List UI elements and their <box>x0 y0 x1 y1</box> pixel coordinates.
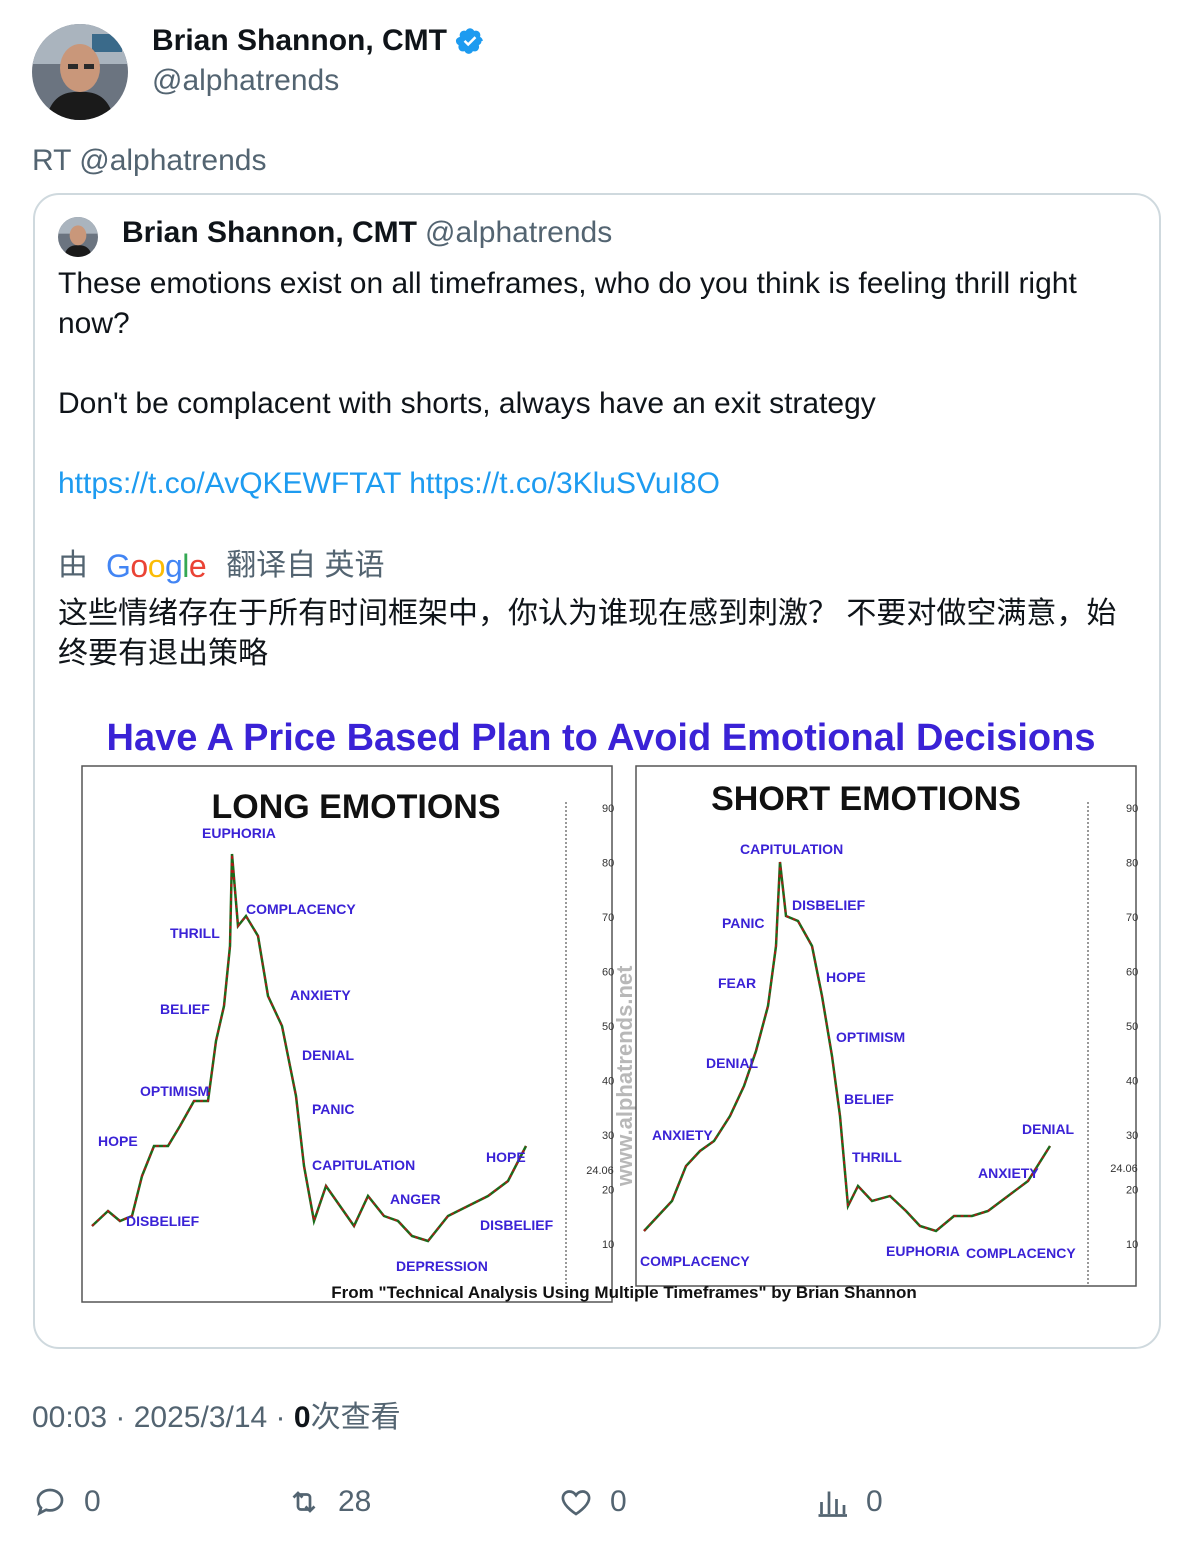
emotion-label: DISBELIEF <box>480 1217 554 1233</box>
emotion-label: HOPE <box>826 969 866 985</box>
author-name-text[interactable]: Brian Shannon, CMT <box>152 22 447 60</box>
emotion-label: BELIEF <box>160 1001 210 1017</box>
emotion-label: ANXIETY <box>978 1165 1039 1181</box>
emotion-label: DISBELIEF <box>126 1213 200 1229</box>
emotion-label: ANGER <box>390 1191 441 1207</box>
axis-tick: 80 <box>1126 858 1138 870</box>
retweet-label: RT @alphatrends <box>32 144 267 177</box>
axis-tick: 60 <box>1126 967 1138 979</box>
action-bar: 0 28 0 0 <box>32 1484 1132 1528</box>
translation-suffix: 翻译自 英语 <box>226 549 385 582</box>
reply-button[interactable]: 0 <box>32 1484 101 1520</box>
quoted-author-avatar[interactable] <box>58 217 98 257</box>
long-price-label: 24.06 <box>586 1165 614 1177</box>
author-handle[interactable]: @alphatrends <box>152 62 339 100</box>
verified-badge-icon <box>455 28 483 54</box>
tco-link-2[interactable]: https://t.co/3KluSVuI8O <box>409 467 720 500</box>
emotion-label: DENIAL <box>302 1047 355 1063</box>
quoted-author[interactable]: Brian Shannon, CMT @alphatrends <box>122 214 612 252</box>
google-logo: Google <box>106 548 207 584</box>
translation-prefix: 由 <box>58 549 88 582</box>
axis-tick: 80 <box>602 858 614 870</box>
reply-icon <box>36 1488 64 1516</box>
quoted-text-line1: These emotions exist on all timeframes, … <box>58 267 1077 340</box>
emotion-label: COMPLACENCY <box>246 901 356 917</box>
emotion-label: ANXIETY <box>290 987 351 1003</box>
views-count: 0 <box>293 1401 311 1434</box>
emotion-label: CAPITULATION <box>312 1157 415 1173</box>
emotion-label: DISBELIEF <box>792 897 866 913</box>
emotion-label: OPTIMISM <box>836 1029 905 1045</box>
emotion-label: OPTIMISM <box>140 1083 209 1099</box>
emotion-label: COMPLACENCY <box>966 1245 1076 1261</box>
retweet-icon <box>292 1491 316 1513</box>
emotion-label: THRILL <box>852 1149 902 1165</box>
emotion-label: DENIAL <box>706 1055 759 1071</box>
quoted-tweet-text: These emotions exist on all timeframes, … <box>58 264 1138 504</box>
author-avatar[interactable] <box>32 24 128 120</box>
translation-attribution: 由 Google 翻译自 英语 <box>58 546 385 586</box>
axis-tick: 10 <box>1126 1239 1138 1251</box>
views-count-action: 0 <box>866 1485 883 1518</box>
tweet-image[interactable]: Have A Price Based Plan to Avoid Emotion… <box>58 706 1144 1310</box>
tco-link-1[interactable]: https://t.co/AvQKEWFTAT <box>58 467 401 500</box>
retweet-count: 28 <box>338 1485 372 1518</box>
axis-tick: 90 <box>1126 803 1138 815</box>
axis-tick: 90 <box>602 803 614 815</box>
emotion-label: PANIC <box>312 1101 355 1117</box>
image-credit: From "Technical Analysis Using Multiple … <box>331 1283 916 1302</box>
reply-count: 0 <box>84 1485 101 1518</box>
views-button[interactable]: 0 <box>814 1484 883 1520</box>
watermark: www.alphatrends.net <box>612 965 637 1187</box>
short-emotions-panel: SHORT EMOTIONS 908070605040302010 24.06 … <box>635 765 1138 1287</box>
emotion-label: THRILL <box>170 925 220 941</box>
axis-tick: 30 <box>1126 1130 1138 1142</box>
analytics-icon <box>818 1491 847 1517</box>
axis-tick: 40 <box>1126 1076 1138 1088</box>
emotion-label: HOPE <box>98 1133 138 1149</box>
emotions-chart-image: Have A Price Based Plan to Avoid Emotion… <box>58 706 1144 1310</box>
emotion-label: FEAR <box>718 975 756 991</box>
short-price-label: 24.06 <box>1110 1163 1138 1175</box>
retweet-button[interactable]: 28 <box>286 1484 371 1520</box>
emotion-label: EUPHORIA <box>202 825 276 841</box>
quoted-author-name[interactable]: Brian Shannon, CMT <box>122 216 417 249</box>
emotion-label: PANIC <box>722 915 765 931</box>
translated-text: 这些情绪存在于所有时间框架中，你认为谁现在感到刺激？ 不要对做空满意，始终要有退… <box>58 597 1117 670</box>
axis-tick: 20 <box>1126 1185 1138 1197</box>
axis-tick: 70 <box>1126 912 1138 924</box>
author-name[interactable]: Brian Shannon, CMT <box>152 22 485 60</box>
image-headline: Have A Price Based Plan to Avoid Emotion… <box>107 717 1096 759</box>
emotion-label: EUPHORIA <box>886 1243 960 1259</box>
emotion-label: DEPRESSION <box>396 1258 488 1274</box>
axis-tick: 70 <box>602 912 614 924</box>
emotion-label: HOPE <box>486 1149 526 1165</box>
tweet-time[interactable]: 00:03 <box>32 1401 107 1434</box>
tweet-date[interactable]: 2025/3/14 <box>134 1401 267 1434</box>
emotion-label: DENIAL <box>1022 1121 1075 1137</box>
long-emotions-title: LONG EMOTIONS <box>212 788 501 826</box>
axis-tick: 50 <box>1126 1021 1138 1033</box>
like-count: 0 <box>610 1485 627 1518</box>
short-emotions-title: SHORT EMOTIONS <box>711 780 1021 818</box>
emotion-label: COMPLACENCY <box>640 1253 750 1269</box>
views-label: 次查看 <box>310 1401 401 1434</box>
long-emotions-panel: LONG EMOTIONS 908070605040302010 24.06 E… <box>81 765 614 1303</box>
quoted-author-handle[interactable]: @alphatrends <box>425 216 612 249</box>
emotion-label: CAPITULATION <box>740 841 843 857</box>
axis-tick: 10 <box>602 1239 614 1251</box>
emotion-label: ANXIETY <box>652 1127 713 1143</box>
quoted-text-line2: Don't be complacent with shorts, always … <box>58 387 876 420</box>
heart-icon <box>561 1490 591 1516</box>
like-button[interactable]: 0 <box>558 1484 627 1520</box>
emotion-label: BELIEF <box>844 1091 894 1107</box>
tweet-meta: 00:03 · 2025/3/14 · 0次查看 <box>32 1401 401 1434</box>
